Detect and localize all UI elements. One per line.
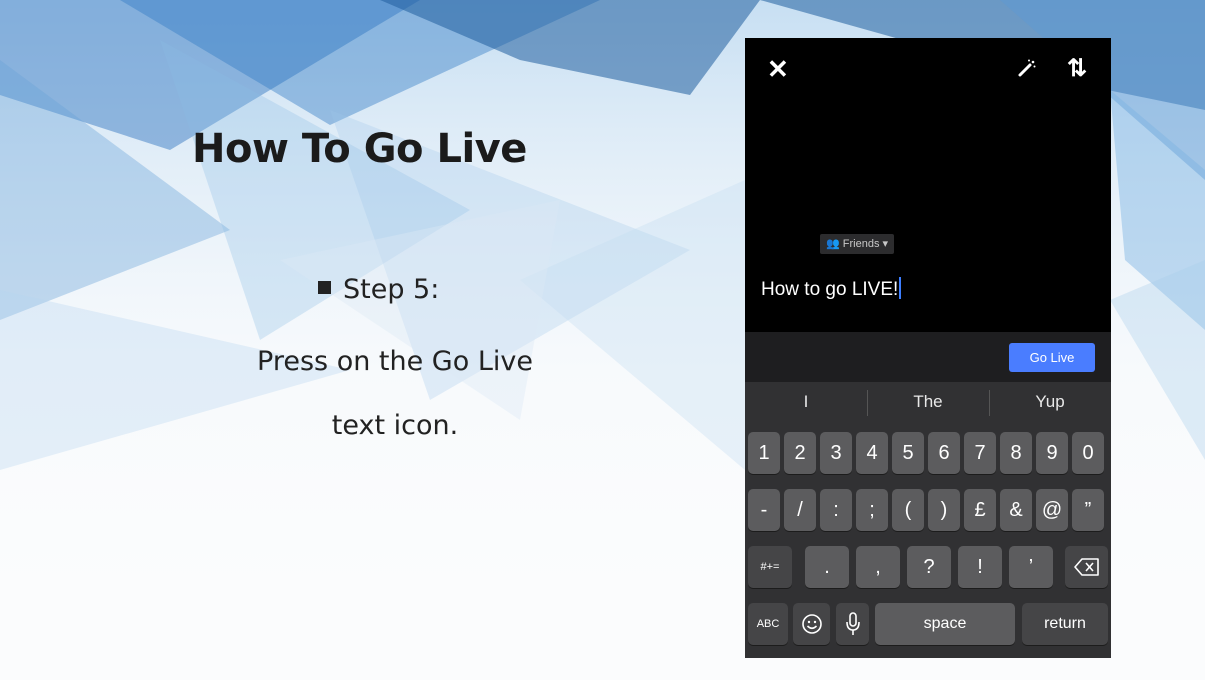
- key-4[interactable]: 4: [856, 432, 888, 474]
- key-close-paren[interactable]: ): [928, 489, 960, 531]
- key-open-paren[interactable]: (: [892, 489, 924, 531]
- key-0[interactable]: 0: [1072, 432, 1104, 474]
- key-ampersand[interactable]: &: [1000, 489, 1032, 531]
- return-key[interactable]: return: [1022, 603, 1108, 645]
- dictation-key[interactable]: [836, 603, 869, 645]
- slide: How To Go Live Step 5: Press on the Go L…: [0, 0, 1205, 680]
- space-key[interactable]: space: [875, 603, 1015, 645]
- key-pound[interactable]: £: [964, 489, 996, 531]
- key-exclamation[interactable]: !: [958, 546, 1002, 588]
- key-3[interactable]: 3: [820, 432, 852, 474]
- text-cursor: [899, 277, 902, 299]
- suggestion-2[interactable]: The: [867, 382, 989, 422]
- magic-wand-icon[interactable]: [1017, 58, 1037, 83]
- key-9[interactable]: 9: [1036, 432, 1068, 474]
- key-6[interactable]: 6: [928, 432, 960, 474]
- key-7[interactable]: 7: [964, 432, 996, 474]
- keyboard: I The Yup 1 2 3 4 5 6 7 8 9 0 - / : ; ( …: [745, 382, 1111, 658]
- key-question[interactable]: ?: [907, 546, 951, 588]
- caption-text: How to go LIVE!: [761, 279, 899, 300]
- key-comma[interactable]: ,: [856, 546, 900, 588]
- go-live-button[interactable]: Go Live: [1009, 343, 1095, 372]
- key-abc[interactable]: ABC: [748, 603, 788, 645]
- key-semicolon[interactable]: ;: [856, 489, 888, 531]
- instruction-line-1: Press on the Go Live: [257, 346, 533, 377]
- audience-selector[interactable]: 👥 Friends ▾: [820, 234, 895, 254]
- key-8[interactable]: 8: [1000, 432, 1032, 474]
- close-icon[interactable]: ✕: [767, 54, 789, 84]
- key-apostrophe[interactable]: ’: [1009, 546, 1053, 588]
- step-label: Step 5:: [318, 274, 439, 305]
- friends-icon: 👥: [826, 238, 840, 250]
- key-hyphen[interactable]: -: [748, 489, 780, 531]
- key-at[interactable]: @: [1036, 489, 1068, 531]
- camera-flip-icon[interactable]: ⇅: [1067, 56, 1087, 82]
- bullet-square-icon: [318, 281, 331, 294]
- key-slash[interactable]: /: [784, 489, 816, 531]
- backspace-key[interactable]: [1065, 546, 1108, 588]
- backspace-icon: [1073, 558, 1099, 576]
- key-period[interactable]: .: [805, 546, 849, 588]
- step-text: Step 5:: [343, 274, 440, 305]
- emoji-key[interactable]: [793, 603, 830, 645]
- audience-label: Friends ▾: [842, 238, 889, 250]
- action-bar: Go Live: [745, 332, 1111, 382]
- key-5[interactable]: 5: [892, 432, 924, 474]
- instruction-line-2: text icon.: [331, 410, 459, 441]
- suggestion-3[interactable]: Yup: [989, 382, 1111, 422]
- key-quote[interactable]: ”: [1072, 489, 1104, 531]
- key-2[interactable]: 2: [784, 432, 816, 474]
- emoji-icon: [801, 614, 822, 634]
- key-colon[interactable]: :: [820, 489, 852, 531]
- suggestion-1[interactable]: I: [745, 382, 867, 422]
- caption-input[interactable]: How to go LIVE!: [761, 276, 902, 304]
- slide-title: How To Go Live: [192, 126, 527, 172]
- key-1[interactable]: 1: [748, 432, 780, 474]
- key-more-symbols[interactable]: #+=: [748, 546, 792, 588]
- phone-screenshot: ✕ ⇅ 👥 Friends ▾ How to go LIVE! Go Live …: [745, 38, 1111, 658]
- microphone-icon: [845, 612, 860, 635]
